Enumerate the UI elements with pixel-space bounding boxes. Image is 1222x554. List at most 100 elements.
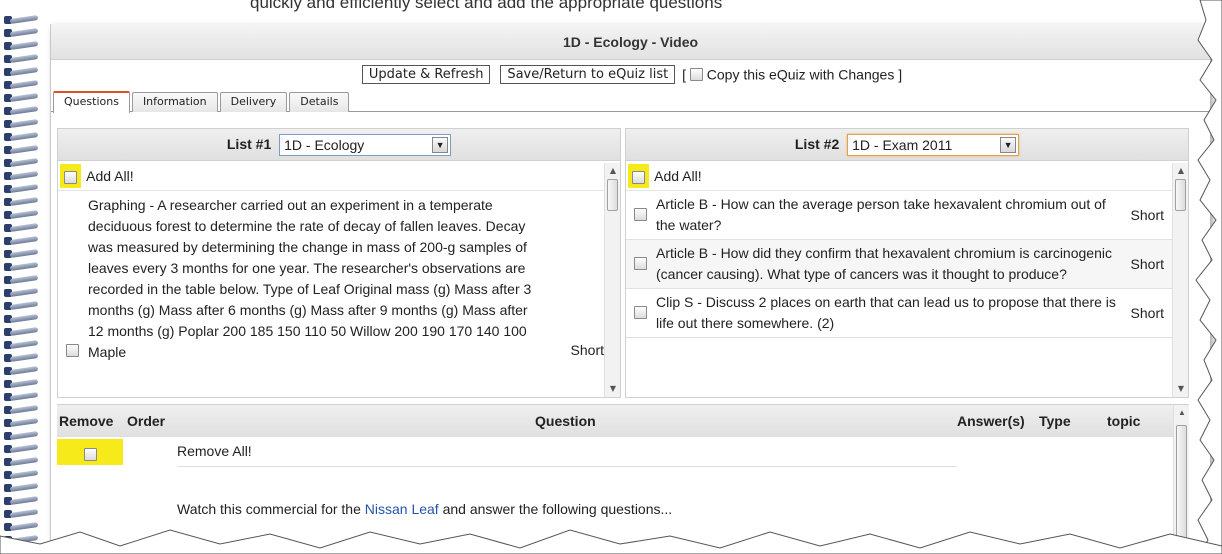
list-2-header: List #2 1D - Exam 2011 ▼: [626, 129, 1188, 161]
spiral-ring: [4, 196, 39, 207]
list-item: Graphing - A researcher carried out an e…: [58, 191, 604, 367]
spiral-ring: [4, 274, 39, 285]
quiz-question-table: Remove Order Question Answer(s) Type top…: [57, 404, 1189, 548]
scroll-up-icon[interactable]: ▲: [605, 163, 621, 179]
list-2-add-all-checkbox[interactable]: [632, 170, 645, 184]
list-item: Clip S - Discuss 2 places on earth that …: [626, 289, 1172, 338]
page-caption: quickly and efficiently select and add t…: [250, 0, 723, 12]
add-all-highlight: [628, 164, 649, 188]
spiral-ring: [4, 118, 39, 129]
list-2-question-checkbox[interactable]: [634, 257, 647, 270]
spiral-ring: [4, 248, 39, 259]
scroll-down-icon[interactable]: ▼: [1173, 381, 1189, 397]
tab-strip: Questions Information Delivery Details: [51, 90, 1210, 113]
spiral-ring: [4, 14, 39, 25]
list-2-add-all-row: Add All!: [626, 163, 1172, 191]
list-2-question-checkbox[interactable]: [634, 208, 647, 221]
spiral-ring: [4, 27, 39, 38]
table-row: Watch this commercial for the Nissan Lea…: [177, 501, 672, 517]
spiral-ring: [4, 53, 39, 64]
nissan-leaf-link[interactable]: Nissan Leaf: [365, 501, 439, 517]
spiral-ring: [4, 92, 39, 103]
spiral-ring: [4, 469, 39, 480]
spiral-ring: [4, 79, 39, 90]
list-1-question-text: Graphing - A researcher carried out an e…: [88, 197, 532, 360]
spiral-ring: [4, 183, 39, 194]
spiral-ring: [4, 378, 39, 389]
question-type: Short: [1130, 207, 1164, 223]
list-2-selected-value: 1D - Exam 2011: [852, 137, 953, 154]
spiral-ring: [4, 261, 39, 272]
spiral-ring: [4, 404, 39, 415]
list-2-label: List #2: [794, 136, 840, 152]
add-all-highlight: [60, 164, 81, 188]
scroll-up-icon[interactable]: ▲: [1174, 405, 1190, 421]
spiral-ring: [4, 443, 39, 454]
list-1-select[interactable]: 1D - Ecology ▼: [279, 134, 452, 157]
copy-quiz-checkbox[interactable]: [689, 68, 703, 81]
column-topic: topic: [1107, 413, 1141, 429]
question-lists: List #1 1D - Ecology ▼ Add All! Graphing…: [57, 128, 1189, 398]
save-return-button[interactable]: Save/Return to eQuiz list: [500, 65, 676, 84]
list-2-question-text: Clip S - Discuss 2 places on earth that …: [656, 294, 1116, 331]
spiral-ring: [4, 105, 39, 116]
list-1-scrollbar[interactable]: ▲ ▼: [604, 163, 620, 397]
list-2-scrollbar[interactable]: ▲ ▼: [1172, 163, 1188, 397]
column-answers: Answer(s): [957, 413, 1025, 429]
spiral-ring: [4, 417, 39, 428]
list-1-add-all-checkbox[interactable]: [64, 170, 77, 184]
chevron-down-icon[interactable]: ▼: [1000, 137, 1017, 154]
scroll-thumb[interactable]: [1176, 425, 1187, 543]
chevron-down-icon[interactable]: ▼: [432, 137, 449, 154]
tab-questions[interactable]: Questions: [53, 91, 130, 113]
copy-quiz-label: Copy this eQuiz with Changes ]: [706, 66, 903, 83]
tab-information[interactable]: Information: [131, 92, 218, 112]
instruction-prefix: Watch this commercial for the: [177, 501, 365, 517]
question-type: Short: [1130, 256, 1164, 272]
remove-all-highlight: [57, 439, 123, 465]
spiral-ring: [4, 287, 39, 298]
question-type: Short: [570, 342, 604, 358]
spiral-ring: [4, 508, 39, 519]
list-2-question-text: Article B - How can the average person t…: [656, 196, 1106, 233]
spiral-ring: [4, 144, 39, 155]
scroll-thumb[interactable]: [1175, 179, 1186, 211]
list-1-header: List #1 1D - Ecology ▼: [58, 129, 620, 161]
table-header: Remove Order Question Answer(s) Type top…: [57, 405, 1173, 437]
list-2-select[interactable]: 1D - Exam 2011 ▼: [847, 134, 1020, 157]
spiral-ring: [4, 157, 39, 168]
tab-delivery[interactable]: Delivery: [219, 92, 288, 112]
column-remove: Remove: [59, 413, 114, 429]
tab-details[interactable]: Details: [289, 92, 350, 112]
scroll-up-icon[interactable]: ▲: [1173, 163, 1189, 179]
spiral-ring: [4, 365, 39, 376]
list-2-body: Add All! Article B - How can the average…: [626, 163, 1172, 397]
spiral-ring: [4, 352, 39, 363]
update-refresh-button[interactable]: Update & Refresh: [361, 65, 491, 84]
spiral-ring: [4, 339, 39, 350]
action-bar: Update & Refresh Save/Return to eQuiz li…: [51, 60, 1210, 90]
list-2: List #2 1D - Exam 2011 ▼ Add All! Articl…: [625, 128, 1189, 398]
column-order: Order: [127, 413, 166, 429]
table-scrollbar[interactable]: ▲: [1173, 405, 1189, 548]
spiral-ring: [4, 430, 39, 441]
spiral-ring: [4, 170, 39, 181]
spiral-ring: [4, 534, 39, 545]
spiral-ring: [4, 326, 39, 337]
quiz-editor-panel: 1D - Ecology - Video Update & Refresh Sa…: [50, 24, 1210, 548]
scroll-thumb[interactable]: [607, 179, 618, 211]
list-1-add-all-row: Add All!: [58, 163, 604, 191]
list-2-question-checkbox[interactable]: [634, 306, 647, 319]
scroll-down-icon[interactable]: ▼: [605, 381, 621, 397]
remove-all-checkbox[interactable]: [83, 447, 97, 461]
spiral-ring: [4, 521, 39, 532]
spiral-ring: [4, 222, 39, 233]
list-1-question-checkbox[interactable]: [66, 344, 79, 357]
spiral-binding: [0, 14, 46, 554]
list-2-question-text: Article B - How did they confirm that he…: [656, 245, 1112, 282]
list-1-add-all-label: Add All!: [86, 168, 134, 184]
list-item: Article B - How did they confirm that he…: [626, 240, 1172, 289]
question-type: Short: [1130, 305, 1164, 321]
list-1: List #1 1D - Ecology ▼ Add All! Graphing…: [57, 128, 621, 398]
window-title: 1D - Ecology - Video: [51, 24, 1210, 60]
